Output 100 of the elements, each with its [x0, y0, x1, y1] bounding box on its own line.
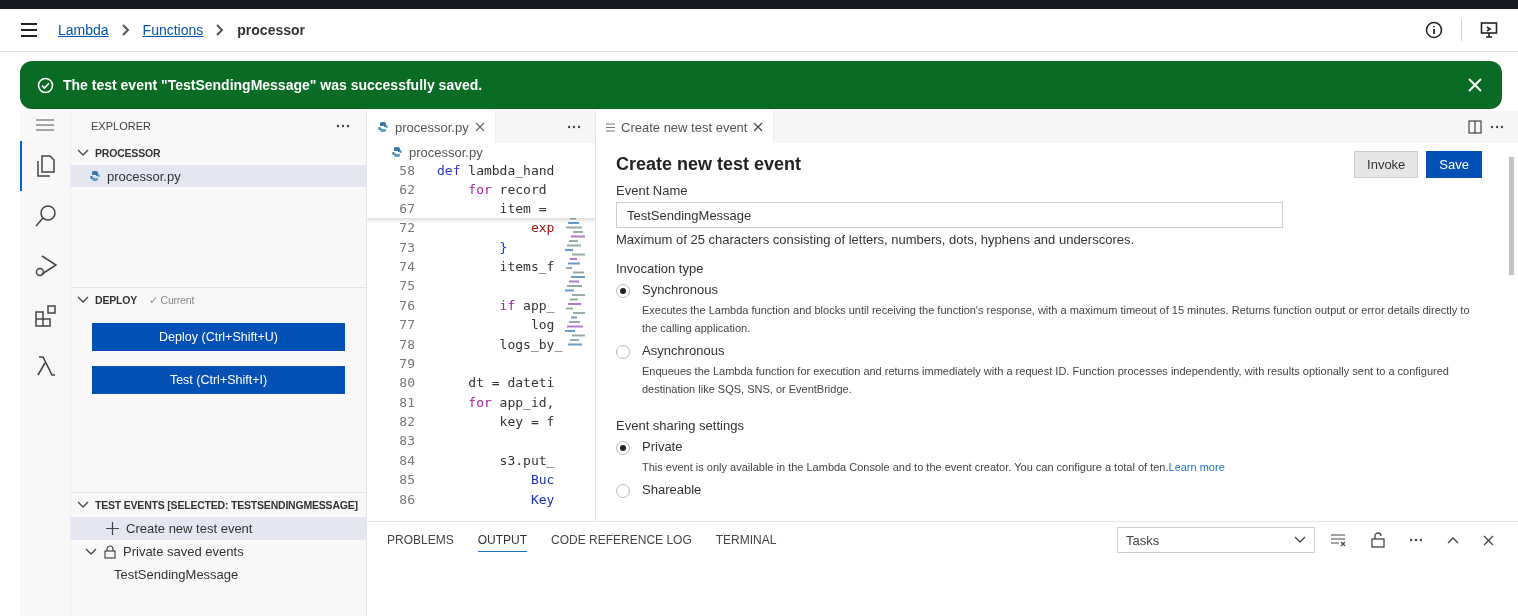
line-number: 67	[398, 201, 416, 216]
panel-tab[interactable]: PROBLEMS	[387, 528, 454, 552]
line-number: 79	[398, 355, 416, 371]
chevron-right-icon	[215, 24, 226, 36]
panel-tab[interactable]: CODE REFERENCE LOG	[551, 528, 692, 552]
radio-button[interactable]	[616, 484, 630, 498]
deploy-header[interactable]: DEPLOY ✓ Current	[71, 287, 366, 312]
split-editor-icon[interactable]	[1468, 120, 1482, 134]
line-number: 62	[398, 182, 416, 197]
close-icon[interactable]	[474, 122, 485, 132]
code-line: }	[498, 239, 508, 255]
file-breadcrumb[interactable]: processor.py	[367, 143, 595, 161]
close-icon[interactable]	[1483, 534, 1494, 546]
breadcrumb-current: processor	[237, 22, 305, 38]
code-line: for app_id,	[467, 394, 555, 410]
code-line: key = f	[498, 414, 555, 430]
option-label: Asynchronous	[642, 343, 726, 358]
deploy-title: DEPLOY	[95, 294, 137, 306]
banner-message: The test event "TestSendingMessage" was successfully saved.	[63, 77, 483, 93]
line-number: 81	[398, 394, 416, 410]
line-number: 82	[398, 414, 416, 430]
panel-tab[interactable]: OUTPUT	[477, 528, 528, 552]
radio-button[interactable]	[616, 345, 630, 359]
test-event-item[interactable]: Create new test event	[71, 517, 366, 540]
chevron-down-icon	[85, 547, 97, 556]
more-actions-icon[interactable]	[336, 124, 350, 128]
file-item[interactable]: processor.py	[71, 165, 366, 187]
field-hint: Maximum of 25 characters consisting of letters, numbers, dots, hyphens and underscores.	[616, 232, 1136, 247]
invoke-button[interactable]: Invoke	[1354, 150, 1419, 178]
option-description: This event is only available in the Lambda Console and to the event creator. You can configure a total of ten.Learn more	[642, 460, 1225, 475]
folder-header[interactable]: PROCESSOR	[71, 141, 366, 165]
info-icon[interactable]	[1425, 21, 1443, 39]
run-debug-icon	[34, 254, 58, 278]
more-actions-icon[interactable]	[1490, 125, 1504, 129]
check-circle-icon	[37, 76, 54, 94]
line-number: 72	[398, 220, 416, 236]
deploy-status: ✓ Current	[149, 294, 195, 306]
extensions-icon	[34, 304, 58, 328]
lock-icon	[104, 544, 116, 559]
chevron-up-icon[interactable]	[1447, 536, 1459, 544]
radio-button[interactable]	[616, 441, 630, 455]
option-label: Synchronous	[642, 282, 719, 297]
line-number: 86	[398, 491, 416, 507]
unlock-icon[interactable]	[1371, 532, 1385, 548]
code-line: logs_by_	[498, 336, 563, 352]
deploy-action-button[interactable]: Test (Ctrl+Shift+I)	[92, 366, 345, 394]
code-line: log	[529, 317, 555, 333]
code-line: items_f	[498, 258, 555, 274]
breadcrumb-link[interactable]: Functions	[142, 22, 204, 38]
search-icon	[34, 204, 58, 228]
chevron-down-icon	[77, 296, 89, 304]
code-line: Key	[529, 491, 555, 507]
save-button[interactable]: Save	[1426, 150, 1482, 178]
line-number: 77	[398, 317, 416, 333]
code-line: def lambda_hand	[437, 163, 555, 178]
more-actions-icon[interactable]	[567, 125, 581, 129]
saved-event-item[interactable]: TestSendingMessage	[71, 563, 366, 586]
field-label: Event Name	[616, 183, 689, 198]
option-description: Executes the Lambda function and blocks until receiving the function's response, with a maximum timeout of 15 minutes. Returns function output or error details directly to the calling application.	[642, 303, 1471, 336]
line-number: 85	[398, 472, 416, 488]
breadcrumb-link[interactable]: Lambda	[58, 22, 109, 38]
monitor-icon[interactable]	[1480, 21, 1498, 39]
line-number: 74	[398, 258, 416, 274]
chevron-down-icon	[1294, 536, 1306, 544]
group-label: Event sharing settings	[616, 418, 745, 433]
learn-more-link[interactable]: Learn more	[1168, 461, 1225, 473]
chevron-down-icon	[77, 501, 89, 509]
test-event-item[interactable]: Private saved events	[71, 540, 366, 563]
event-name-field[interactable]: TestSendingMessage	[616, 202, 1283, 228]
clear-output-icon[interactable]	[1331, 533, 1347, 547]
line-number: 83	[398, 433, 416, 449]
code-line: item =	[498, 201, 547, 216]
close-icon[interactable]	[753, 122, 764, 132]
editor-tab[interactable]: processor.py	[367, 111, 496, 143]
chevron-down-icon	[77, 149, 89, 157]
panel-tab[interactable]: TERMINAL	[715, 528, 777, 552]
test-event-tab[interactable]: Create new test event	[596, 111, 775, 143]
python-icon	[391, 146, 403, 158]
code-line: if app_	[498, 297, 555, 313]
radio-button[interactable]	[616, 284, 630, 298]
lambda-icon	[34, 354, 58, 378]
python-icon	[89, 170, 101, 182]
lines-icon	[606, 122, 615, 132]
form-heading: Create new test event	[616, 153, 802, 175]
files-icon	[34, 154, 58, 178]
deploy-action-button[interactable]: Deploy (Ctrl+Shift+U)	[92, 323, 345, 351]
more-actions-icon[interactable]	[1409, 538, 1423, 542]
group-label: Invocation type	[616, 261, 705, 276]
option-description: Enqueues the Lambda function for execution and returns immediately with a request ID. Function processes independently, with results optionally sent to a configured destination like SQS, SNS, or EventBridge.	[642, 364, 1450, 397]
explorer-title: EXPLORER	[91, 120, 151, 132]
line-number: 73	[398, 239, 416, 255]
tasks-dropdown[interactable]: Tasks	[1117, 527, 1315, 553]
menu-icon[interactable]	[20, 23, 38, 37]
line-number: 84	[398, 452, 416, 468]
plus-icon	[106, 522, 119, 535]
line-number: 75	[398, 278, 416, 294]
code-line: Buc	[529, 472, 555, 488]
code-line: exp	[529, 220, 555, 236]
test-events-title: TEST EVENTS [SELECTED: TESTSENDINGMESSAGE]	[95, 499, 358, 511]
code-line: dt = dateti	[467, 375, 555, 391]
